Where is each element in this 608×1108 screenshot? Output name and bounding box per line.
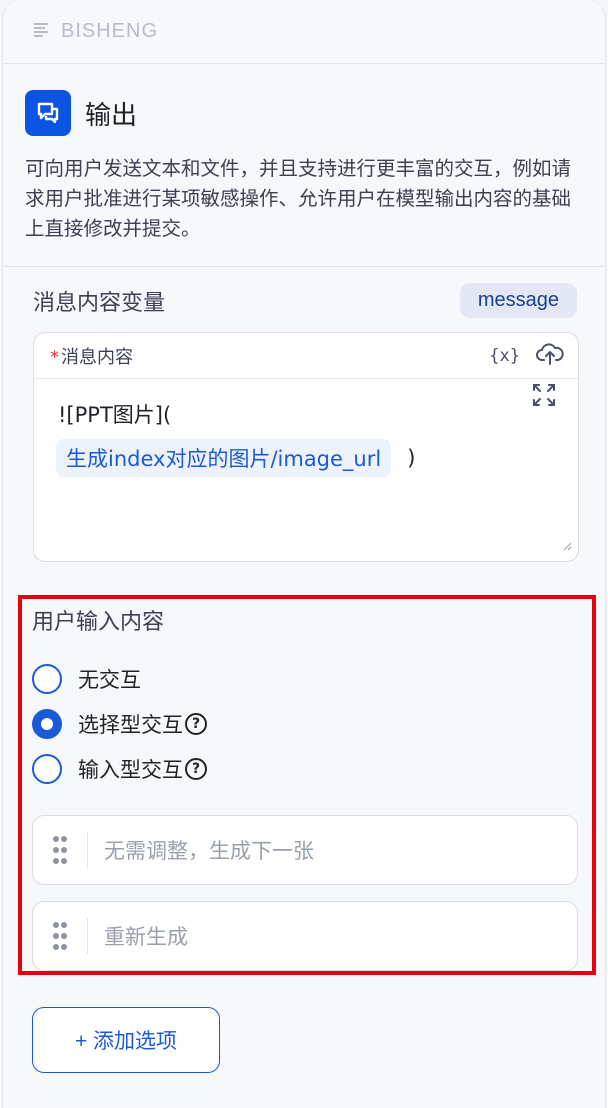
required-mark: * [50,346,59,368]
lines-icon [33,21,49,43]
message-variable-tag[interactable]: message [459,283,577,318]
brand-bar: BISHENG [3,0,605,64]
message-section: 消息内容变量 message * 消息内容 {x} ![PPT图片](生成in… [3,283,605,562]
brand-name: BISHENG [61,20,159,42]
node-description: 可向用户发送文本和文件，并且支持进行更丰富的交互，例如请求用户批准进行某项敏感操… [25,157,572,240]
radio-button[interactable] [32,753,62,784]
variable-chip[interactable]: 生成index对应的图片/image_url [56,439,392,477]
message-content-editor[interactable]: * 消息内容 {x} ![PPT图片](生成index对应的图片/image_… [33,332,579,562]
message-text-suffix: ) [407,446,416,470]
radio-no-interaction[interactable]: 无交互 [32,656,580,701]
expand-icon[interactable] [532,383,556,412]
user-input-section: 用户输入内容 无交互 选择型交互 ? 输入型交互 ? 无需调整，生成下一张 重新… [32,604,580,987]
radio-input-interaction[interactable]: 输入型交互 ? [32,746,580,791]
choice-option-list: 无需调整，生成下一张 重新生成 [32,815,580,971]
option-separator [87,918,88,954]
chat-bubble-icon [25,90,71,136]
node-title: 输出 [85,100,138,131]
message-content-label: 消息内容 [61,346,133,368]
message-text-line: ![PPT图片]( [58,403,172,427]
node-header: 输出 可向用户发送文本和文件，并且支持进行更丰富的交互，例如请求用户批准进行某项… [3,64,605,244]
interaction-radio-group: 无交互 选择型交互 ? 输入型交互 ? [32,656,580,791]
drag-handle-icon[interactable] [33,921,87,951]
user-input-label: 用户输入内容 [32,610,165,635]
choice-option[interactable]: 重新生成 [32,901,578,971]
message-variable-label: 消息内容变量 [33,290,166,316]
message-content-header: * 消息内容 {x} [34,333,578,379]
insert-variable-button[interactable]: {x} [489,346,520,366]
choice-option[interactable]: 无需调整，生成下一张 [32,815,578,885]
drag-handle-icon[interactable] [33,835,87,865]
option-separator [87,832,88,868]
radio-button[interactable] [32,663,62,694]
option-input[interactable]: 无需调整，生成下一张 [104,835,314,865]
divider [3,266,605,267]
upload-cloud-icon[interactable] [536,342,564,370]
add-option-button[interactable]: + 添加选项 [32,1007,220,1073]
radio-choice-interaction[interactable]: 选择型交互 ? [32,701,580,746]
help-icon[interactable]: ? [185,712,207,735]
resize-handle-icon[interactable] [562,536,572,555]
message-content-body[interactable]: ![PPT图片]( 生成index对应的图片/image_url ) [34,379,578,497]
radio-button-checked[interactable] [32,708,62,739]
option-input[interactable]: 重新生成 [104,921,188,951]
help-icon[interactable]: ? [185,757,207,780]
